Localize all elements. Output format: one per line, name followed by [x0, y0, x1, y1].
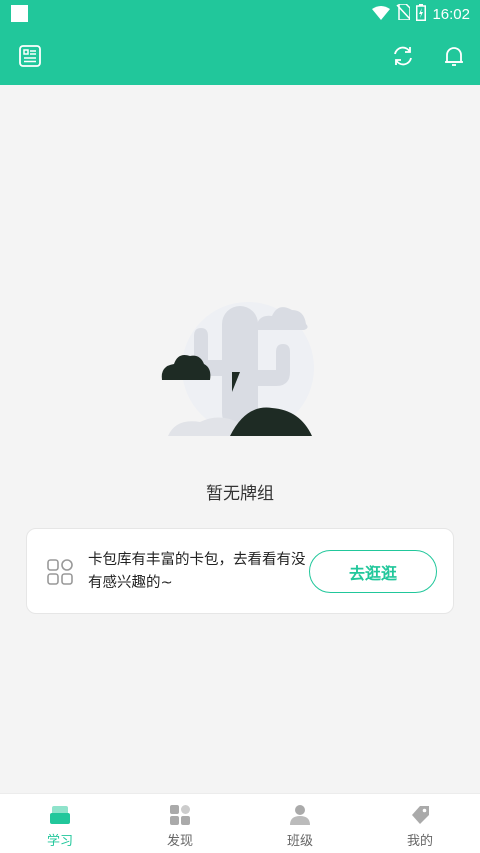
- bell-icon[interactable]: [440, 42, 468, 70]
- refresh-icon[interactable]: [389, 42, 417, 70]
- card-list-icon[interactable]: [16, 42, 44, 70]
- nav-item-profile[interactable]: 我的: [360, 794, 480, 853]
- grid-apps-icon: [47, 559, 73, 585]
- battery-charging-icon: [416, 3, 427, 25]
- wifi-icon: [372, 5, 391, 24]
- nav-item-discover[interactable]: 发现: [120, 794, 240, 853]
- notification-square-icon: [11, 5, 28, 22]
- empty-message: 暂无牌组: [206, 484, 274, 504]
- bottom-nav: 学习 发现 班级 我的: [0, 793, 480, 853]
- nav-item-study[interactable]: 学习: [0, 794, 120, 853]
- nav-label-study: 学习: [46, 834, 73, 849]
- deck-library-card: 卡包库有丰富的卡包，去看看有没有感兴趣的~ 去逛逛: [26, 528, 454, 614]
- study-icon: [48, 803, 72, 827]
- browse-button[interactable]: 去逛逛: [309, 550, 437, 593]
- status-time: 16:02: [432, 5, 470, 23]
- card-description: 卡包库有丰富的卡包，去看看有没有感兴趣的~: [88, 552, 306, 591]
- nav-label-profile: 我的: [406, 834, 433, 849]
- nav-item-class[interactable]: 班级: [240, 794, 360, 853]
- status-bar: 16:02: [0, 0, 480, 28]
- app-header: [0, 28, 480, 85]
- profile-icon: [408, 803, 432, 827]
- nav-label-class: 班级: [286, 834, 313, 849]
- status-icons: 16:02: [372, 3, 470, 25]
- nav-label-discover: 发现: [166, 834, 193, 849]
- discover-icon: [168, 803, 192, 827]
- class-icon: [288, 803, 312, 827]
- cactus-illustration: [160, 296, 320, 441]
- no-sim-icon: [396, 3, 412, 24]
